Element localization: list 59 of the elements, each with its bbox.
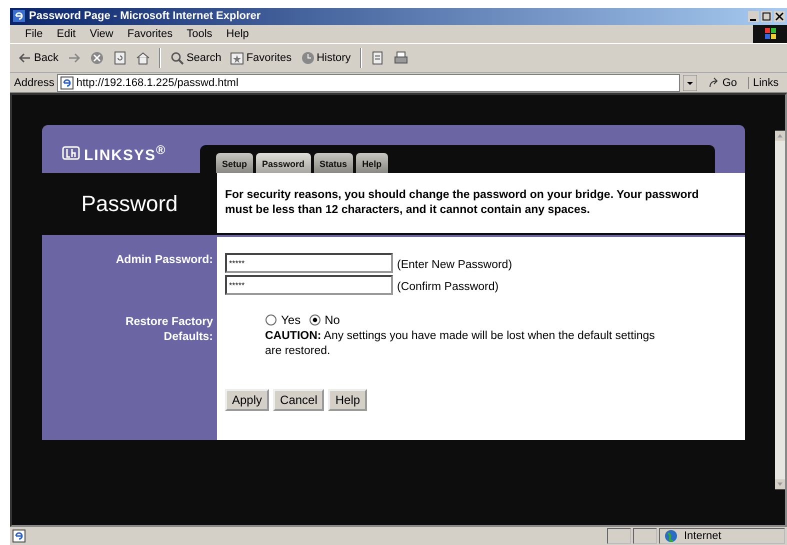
- star-folder-icon: [230, 51, 244, 66]
- password-field[interactable]: *****: [225, 253, 393, 274]
- field-label: Restore Factory Defaults:: [124, 315, 213, 346]
- radio-label: No: [324, 313, 340, 328]
- arrow-icon: [708, 76, 720, 89]
- refresh-icon[interactable]: [113, 51, 128, 66]
- minimize-icon[interactable]: [748, 10, 759, 22]
- toolbar-button[interactable]: Favorites: [230, 51, 292, 66]
- tab[interactable]: Status: [314, 153, 354, 174]
- browser-icon[interactable]: [12, 9, 26, 24]
- maximize-icon[interactable]: [761, 10, 772, 22]
- toolbar-button[interactable]: Back: [18, 51, 58, 66]
- menu-item[interactable]: Help: [219, 28, 256, 40]
- page-heading: Password: [80, 190, 179, 218]
- printer-icon[interactable]: [394, 51, 408, 66]
- tab[interactable]: Password: [256, 153, 311, 174]
- linksys-logo: LINKSYS$^{®}$: [42, 133, 200, 174]
- tab[interactable]: Setup: [216, 153, 254, 174]
- zone-label: Internet: [684, 530, 722, 542]
- status-panel: [633, 528, 657, 544]
- page-icon: [12, 529, 26, 544]
- close-icon[interactable]: [774, 10, 785, 22]
- menu-item[interactable]: View: [82, 28, 120, 40]
- radio-label: Yes: [281, 313, 301, 328]
- menu-item[interactable]: Tools: [180, 28, 220, 40]
- home-icon[interactable]: [136, 51, 150, 66]
- form-button[interactable]: Apply: [225, 389, 270, 412]
- intro-text: For security reasons, you should change the password on your bridge. Your password must be less than 12 characters, and it cannot contain any spaces.: [217, 173, 745, 234]
- address-label: Address: [14, 76, 54, 89]
- go-button[interactable]: Go: [700, 76, 745, 89]
- radio-button[interactable]: [308, 314, 321, 326]
- field-hint: (Enter New Password): [397, 259, 512, 272]
- clock-icon: [300, 51, 315, 66]
- field-label: Admin Password:: [114, 254, 213, 266]
- menu-item[interactable]: Favorites: [120, 28, 180, 40]
- page-icon: [60, 76, 74, 90]
- field-hint: (Confirm Password): [397, 281, 499, 294]
- links-button[interactable]: Links: [748, 76, 783, 89]
- back-arrow-icon: [18, 51, 32, 66]
- dropdown-arrow-icon[interactable]: [683, 74, 698, 91]
- window-title: Password Page - Microsoft Internet Explorer: [29, 10, 262, 22]
- menu-item[interactable]: File: [18, 28, 50, 40]
- menu-item[interactable]: Edit: [50, 28, 83, 40]
- address-field[interactable]: http://192.168.1.225/passwd.html: [57, 74, 680, 92]
- status-panel: [607, 528, 631, 544]
- search-icon: [170, 51, 184, 66]
- document-icon[interactable]: [370, 51, 385, 66]
- stop-icon[interactable]: [90, 51, 104, 66]
- form-button[interactable]: Help: [328, 389, 368, 412]
- globe-icon: [664, 529, 678, 544]
- caution-text: CAUTION: Any settings you have made will be lost when the default settings are restored.: [265, 329, 656, 360]
- logo-mark-icon[interactable]: [62, 146, 80, 160]
- toolbar-button[interactable]: History: [300, 51, 351, 66]
- toolbar-button[interactable]: Search: [170, 51, 222, 66]
- radio-button[interactable]: [265, 314, 277, 326]
- tab[interactable]: Help: [356, 153, 388, 174]
- password-field[interactable]: *****: [225, 275, 393, 296]
- form-button[interactable]: Cancel: [273, 389, 324, 412]
- windows-logo-icon[interactable]: [753, 24, 787, 43]
